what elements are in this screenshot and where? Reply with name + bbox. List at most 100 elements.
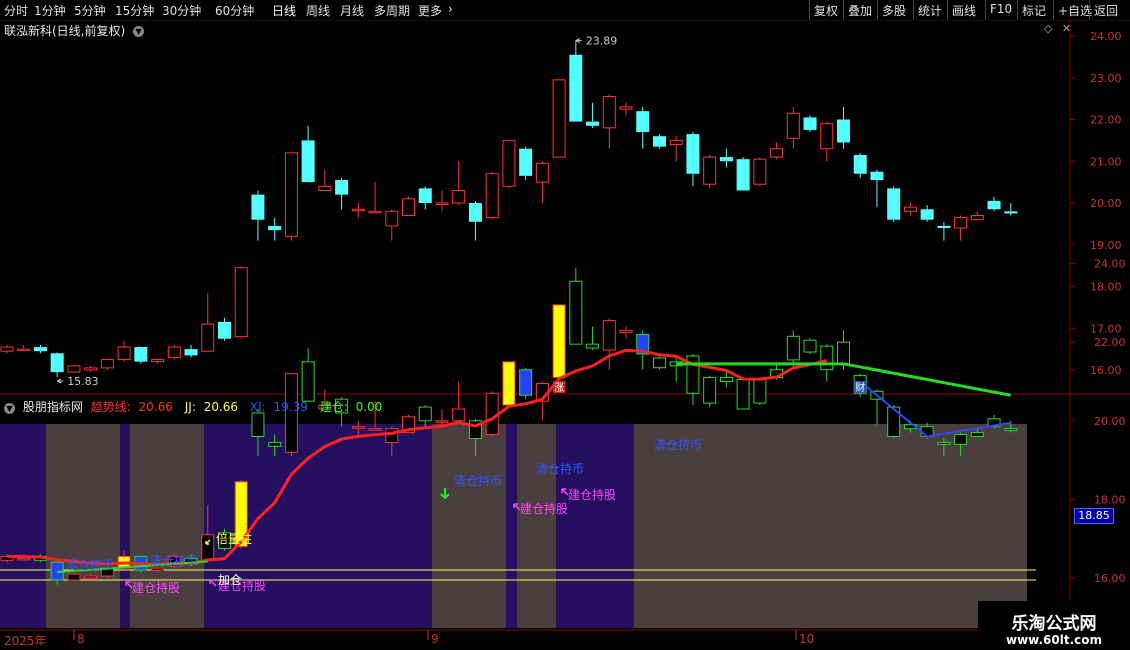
watermark-url: www.60lt.com (1005, 633, 1103, 647)
candle (987, 196, 1001, 212)
watermark: 乐淘公式网 www.60lt.com (978, 601, 1130, 650)
jj-value: 20.66 (203, 400, 239, 414)
ind-candle (552, 304, 566, 379)
ind-candle (519, 367, 533, 400)
candle (569, 40, 583, 122)
build-signal-4: 建仓持股 (568, 488, 617, 502)
candle (201, 292, 215, 352)
signal-band (0, 424, 46, 628)
event-marker-text-1: 财 (855, 381, 865, 394)
signal-band (634, 424, 1027, 628)
signal-band (506, 424, 517, 628)
ind-y-tick-3: 18.00 (1094, 493, 1126, 506)
signal-band (432, 424, 506, 628)
candle (853, 152, 867, 178)
clear-signal-2: 清仓持币 (150, 554, 199, 568)
candle (619, 102, 633, 116)
xj-value: 19.39 (273, 400, 308, 414)
candle (970, 211, 984, 221)
candle (351, 203, 365, 218)
main-y-tick-8: 16.00 (1090, 364, 1122, 377)
clear-signal-1: 清仓持币 (66, 558, 115, 572)
watermark-title: 乐淘公式网 (1011, 614, 1097, 634)
main-y-tick-3: 21.00 (1090, 155, 1122, 168)
candle (17, 344, 31, 352)
ind-candle (619, 326, 633, 339)
candle (33, 344, 47, 354)
ind-candle (418, 405, 432, 427)
build-signal-1: 建仓持股 (132, 581, 181, 595)
clear-signal-5: 清仓持币 (654, 438, 703, 452)
candle (100, 358, 114, 370)
main-y-tick-2: 22.00 (1090, 114, 1122, 127)
candle (636, 106, 650, 149)
candle (301, 125, 315, 183)
candle (435, 190, 449, 212)
candle (335, 177, 349, 210)
candle (519, 146, 533, 181)
jc-label: 建仓: (319, 400, 348, 414)
collapse-icon[interactable]: ▼ (4, 403, 15, 414)
candle (535, 161, 549, 203)
main-y-tick-6: 18.00 (1090, 281, 1122, 294)
candle (50, 352, 64, 378)
year-label: 2025年 (4, 634, 47, 648)
ind-y-tick-1: 22.00 (1094, 336, 1126, 349)
candle (602, 94, 616, 149)
ind-candle (753, 377, 767, 406)
candle (452, 161, 466, 206)
low-arrow-icon (56, 378, 64, 384)
ind-candle (669, 357, 683, 382)
ind-y-tick-4: 16.00 (1094, 572, 1126, 585)
candle (887, 186, 901, 222)
signal-band (517, 424, 556, 628)
candle (217, 317, 231, 341)
candle (770, 142, 784, 160)
candle (167, 344, 181, 360)
month-label-0: 8 (77, 632, 85, 646)
candle (268, 217, 282, 241)
jj-label: JJ: (184, 400, 196, 414)
add-signal: 加仓 (218, 573, 243, 587)
candle (703, 154, 717, 189)
candle (368, 182, 382, 214)
candle (686, 132, 700, 187)
ind-candle (652, 355, 666, 370)
candle (753, 157, 767, 187)
ind-candle (586, 326, 600, 351)
candle (468, 200, 482, 241)
ind-candle (452, 381, 466, 423)
high-arrow-icon (575, 38, 582, 44)
double-volume-signal: 倍量柱 (216, 532, 253, 546)
candle (485, 171, 499, 220)
main-y-tick-4: 20.00 (1090, 197, 1122, 210)
ind-candle (67, 573, 81, 581)
candle (84, 365, 98, 373)
low-label: 15.83 (67, 375, 99, 388)
ind-candle (301, 348, 315, 402)
candle (736, 157, 750, 191)
candles-group (0, 40, 1018, 378)
candle (1004, 203, 1018, 216)
candle (385, 209, 399, 241)
candle (502, 139, 516, 189)
candle (669, 136, 683, 162)
candle (903, 203, 917, 216)
candle (418, 186, 432, 210)
main-y-tick-5: 19.00 (1090, 239, 1122, 252)
high-label: 23.89 (586, 35, 618, 48)
candle (920, 205, 934, 222)
candle (251, 190, 265, 241)
indicator-name[interactable]: 股朋指标网 (23, 400, 83, 414)
month-label-1: 9 (431, 632, 439, 646)
trend-value: 20.66 (138, 400, 173, 414)
main-y-tick-1: 23.00 (1090, 72, 1122, 85)
candle (820, 121, 834, 162)
candle (151, 358, 165, 364)
event-marker-text-0: 涨 (554, 382, 564, 394)
candle (134, 346, 148, 364)
signal-band (556, 424, 634, 628)
candle (954, 215, 968, 241)
ind-candle (703, 375, 717, 408)
xj-label: XJ: (249, 400, 266, 414)
